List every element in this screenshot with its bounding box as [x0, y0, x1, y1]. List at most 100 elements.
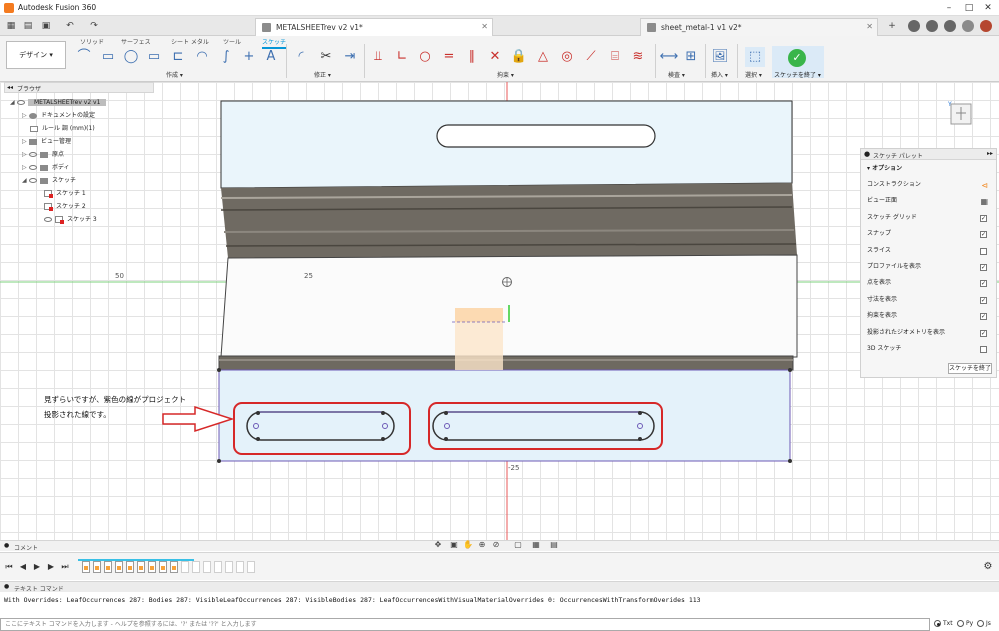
palette-option[interactable]: 寸法を表示 ✓ [867, 294, 991, 306]
undo-icon[interactable]: ↶ [64, 20, 76, 32]
timeline-feature[interactable] [192, 561, 200, 573]
text-tool-icon[interactable]: A [261, 47, 281, 67]
close-tab-icon[interactable]: ✕ [481, 22, 488, 31]
timeline-feature[interactable] [159, 561, 167, 573]
timeline-feature[interactable] [170, 561, 178, 573]
viewcube-icon[interactable]: Y [946, 98, 976, 130]
insert-group-label[interactable]: 挿入 ▾ [711, 70, 728, 79]
finish-sketch-button[interactable]: ✓ スケッチを終了 ▾ [772, 46, 824, 79]
tab-surface[interactable]: サーフェス [121, 37, 151, 46]
play-icon[interactable]: ▶ [32, 562, 42, 572]
concentric-constraint-icon[interactable]: ◎ [557, 47, 577, 67]
line-tool-icon[interactable]: ⌒ [74, 47, 94, 67]
checkbox[interactable]: ✓ [980, 231, 987, 239]
go-to-start-icon[interactable]: ⏮ [4, 562, 14, 572]
arc-tool-icon[interactable]: ◠ [192, 47, 212, 67]
palette-option[interactable]: 拘束を表示 ✓ [867, 310, 991, 322]
timeline-feature[interactable] [247, 561, 255, 573]
mode-radio-py[interactable]: Py [957, 620, 973, 627]
checkbox[interactable]: ✓ [980, 313, 987, 321]
coincident-constraint-icon[interactable]: ∟ [392, 47, 412, 67]
checkbox[interactable] [980, 247, 987, 255]
browser-root[interactable]: ◢ METALSHEETrev v2 v1 [10, 97, 107, 108]
step-back-icon[interactable]: ◀ [18, 562, 28, 572]
text-commands-header[interactable]: ● テキスト コマンド [0, 581, 999, 593]
browser-item-sketches[interactable]: ◢ スケッチ [22, 175, 76, 186]
checkbox[interactable]: ✓ [980, 264, 987, 271]
browser-item-named-views[interactable]: ▷ ビュー管理 [22, 136, 71, 147]
tab-metalsheet[interactable]: METALSHEETrev v2 v1* ✕ [255, 18, 493, 36]
perpendicular-constraint-icon[interactable]: ✕ [485, 47, 505, 67]
select-group-label[interactable]: 選択 ▾ [745, 70, 762, 79]
tangent-constraint-icon[interactable]: ○ [415, 47, 435, 67]
tab-tools[interactable]: ツール [223, 37, 241, 46]
construction-icon[interactable]: ⊲ [981, 180, 988, 192]
checkbox[interactable]: ✓ [980, 329, 987, 337]
mode-radio-js[interactable]: Js [977, 620, 991, 627]
grid-menu-icon[interactable]: ▦ [5, 20, 17, 32]
new-tab-icon[interactable]: + [886, 20, 898, 32]
checkbox[interactable]: ✓ [980, 214, 987, 222]
point-tool-icon[interactable]: + [239, 47, 259, 67]
timeline-feature[interactable] [148, 561, 156, 573]
select-tool-icon[interactable]: ⬚ [745, 47, 765, 67]
add-comment-icon[interactable]: ● [4, 542, 9, 549]
browser-item-units[interactable]: ルール 調 (mm)(1) [30, 123, 95, 134]
expand-icon[interactable]: ▸▸ [987, 150, 993, 157]
browser-item-sketch-1[interactable]: スケッチ 1 [44, 188, 86, 199]
notifications-icon[interactable] [926, 20, 938, 32]
timeline-feature[interactable] [126, 561, 134, 573]
text-command-input[interactable] [0, 618, 930, 631]
palette-option[interactable]: スナップ ✓ [867, 228, 991, 240]
timeline-feature[interactable] [137, 561, 145, 573]
slot-tool-icon[interactable]: ⊏ [168, 47, 188, 67]
minimize-icon[interactable]: – [940, 2, 958, 14]
browser-header[interactable]: ◂◂ ブラウザ [4, 82, 154, 93]
palette-option[interactable]: プロファイルを表示 ✓ [867, 261, 991, 273]
eye-icon[interactable] [29, 178, 37, 183]
parallel-constraint-icon[interactable]: ∥ [462, 47, 482, 67]
tab-sheet-metal[interactable]: sheet_metal-1 v1 v2* ✕ [640, 18, 878, 36]
timeline-feature[interactable] [181, 561, 189, 573]
checkbox[interactable] [980, 346, 987, 353]
fix-constraint-icon[interactable]: 🔒 [509, 47, 529, 67]
constraints-group-label[interactable]: 拘束 ▾ [497, 70, 514, 79]
job-status-icon[interactable] [908, 20, 920, 32]
inspect-group-label[interactable]: 検査 ▾ [668, 70, 685, 79]
palette-option[interactable]: ビュー正面 ▦ [867, 195, 991, 207]
trim-tool-icon[interactable]: ✂ [316, 47, 336, 67]
display-settings-icon[interactable]: ▢ [512, 540, 524, 550]
palette-option[interactable]: 点を表示 ✓ [867, 277, 991, 289]
extensions-icon[interactable] [962, 20, 974, 32]
look-at-icon[interactable]: ▦ [980, 196, 988, 208]
eye-icon[interactable] [29, 152, 37, 157]
curvature-constraint-icon[interactable]: ≋ [628, 47, 648, 67]
avatar[interactable] [980, 20, 992, 32]
circle-tool-icon[interactable]: ◯ [121, 47, 141, 67]
gear-icon[interactable]: ⚙ [983, 562, 993, 572]
timeline-feature[interactable] [115, 561, 123, 573]
workspace-selector[interactable]: デザイン ▾ [6, 41, 66, 69]
symmetry-constraint-icon[interactable]: ⌸ [605, 47, 625, 67]
browser-item-sketch-3[interactable]: スケッチ 3 [44, 214, 97, 225]
spline-tool-icon[interactable]: ∫ [216, 47, 236, 67]
timeline-feature[interactable] [93, 561, 101, 573]
palette-header[interactable]: ● スケッチ パレット ▸▸ [861, 149, 996, 160]
checkbox[interactable]: ✓ [980, 280, 987, 288]
go-to-end-icon[interactable]: ⏭ [60, 562, 70, 572]
offset-tool-icon[interactable]: ⇥ [340, 47, 360, 67]
close-window-icon[interactable]: ✕ [979, 2, 997, 14]
browser-item-origin[interactable]: ▷ 原点 [22, 149, 64, 160]
collinear-constraint-icon[interactable]: ⟋ [581, 47, 601, 67]
viewports-icon[interactable]: ▤ [548, 540, 560, 550]
inspect-tool-icon[interactable]: ⊞ [681, 47, 701, 67]
orbit-icon[interactable]: ✥ [432, 540, 444, 550]
redo-icon[interactable]: ↷ [88, 20, 100, 32]
eye-icon[interactable] [44, 217, 52, 222]
help-icon[interactable] [944, 20, 956, 32]
timeline-feature[interactable] [203, 561, 211, 573]
close-tab-icon[interactable]: ✕ [866, 22, 873, 31]
timeline-feature[interactable] [225, 561, 233, 573]
measure-tool-icon[interactable]: ⟷ [659, 47, 679, 67]
horizontal-constraint-icon[interactable]: ⫫ [368, 47, 388, 67]
